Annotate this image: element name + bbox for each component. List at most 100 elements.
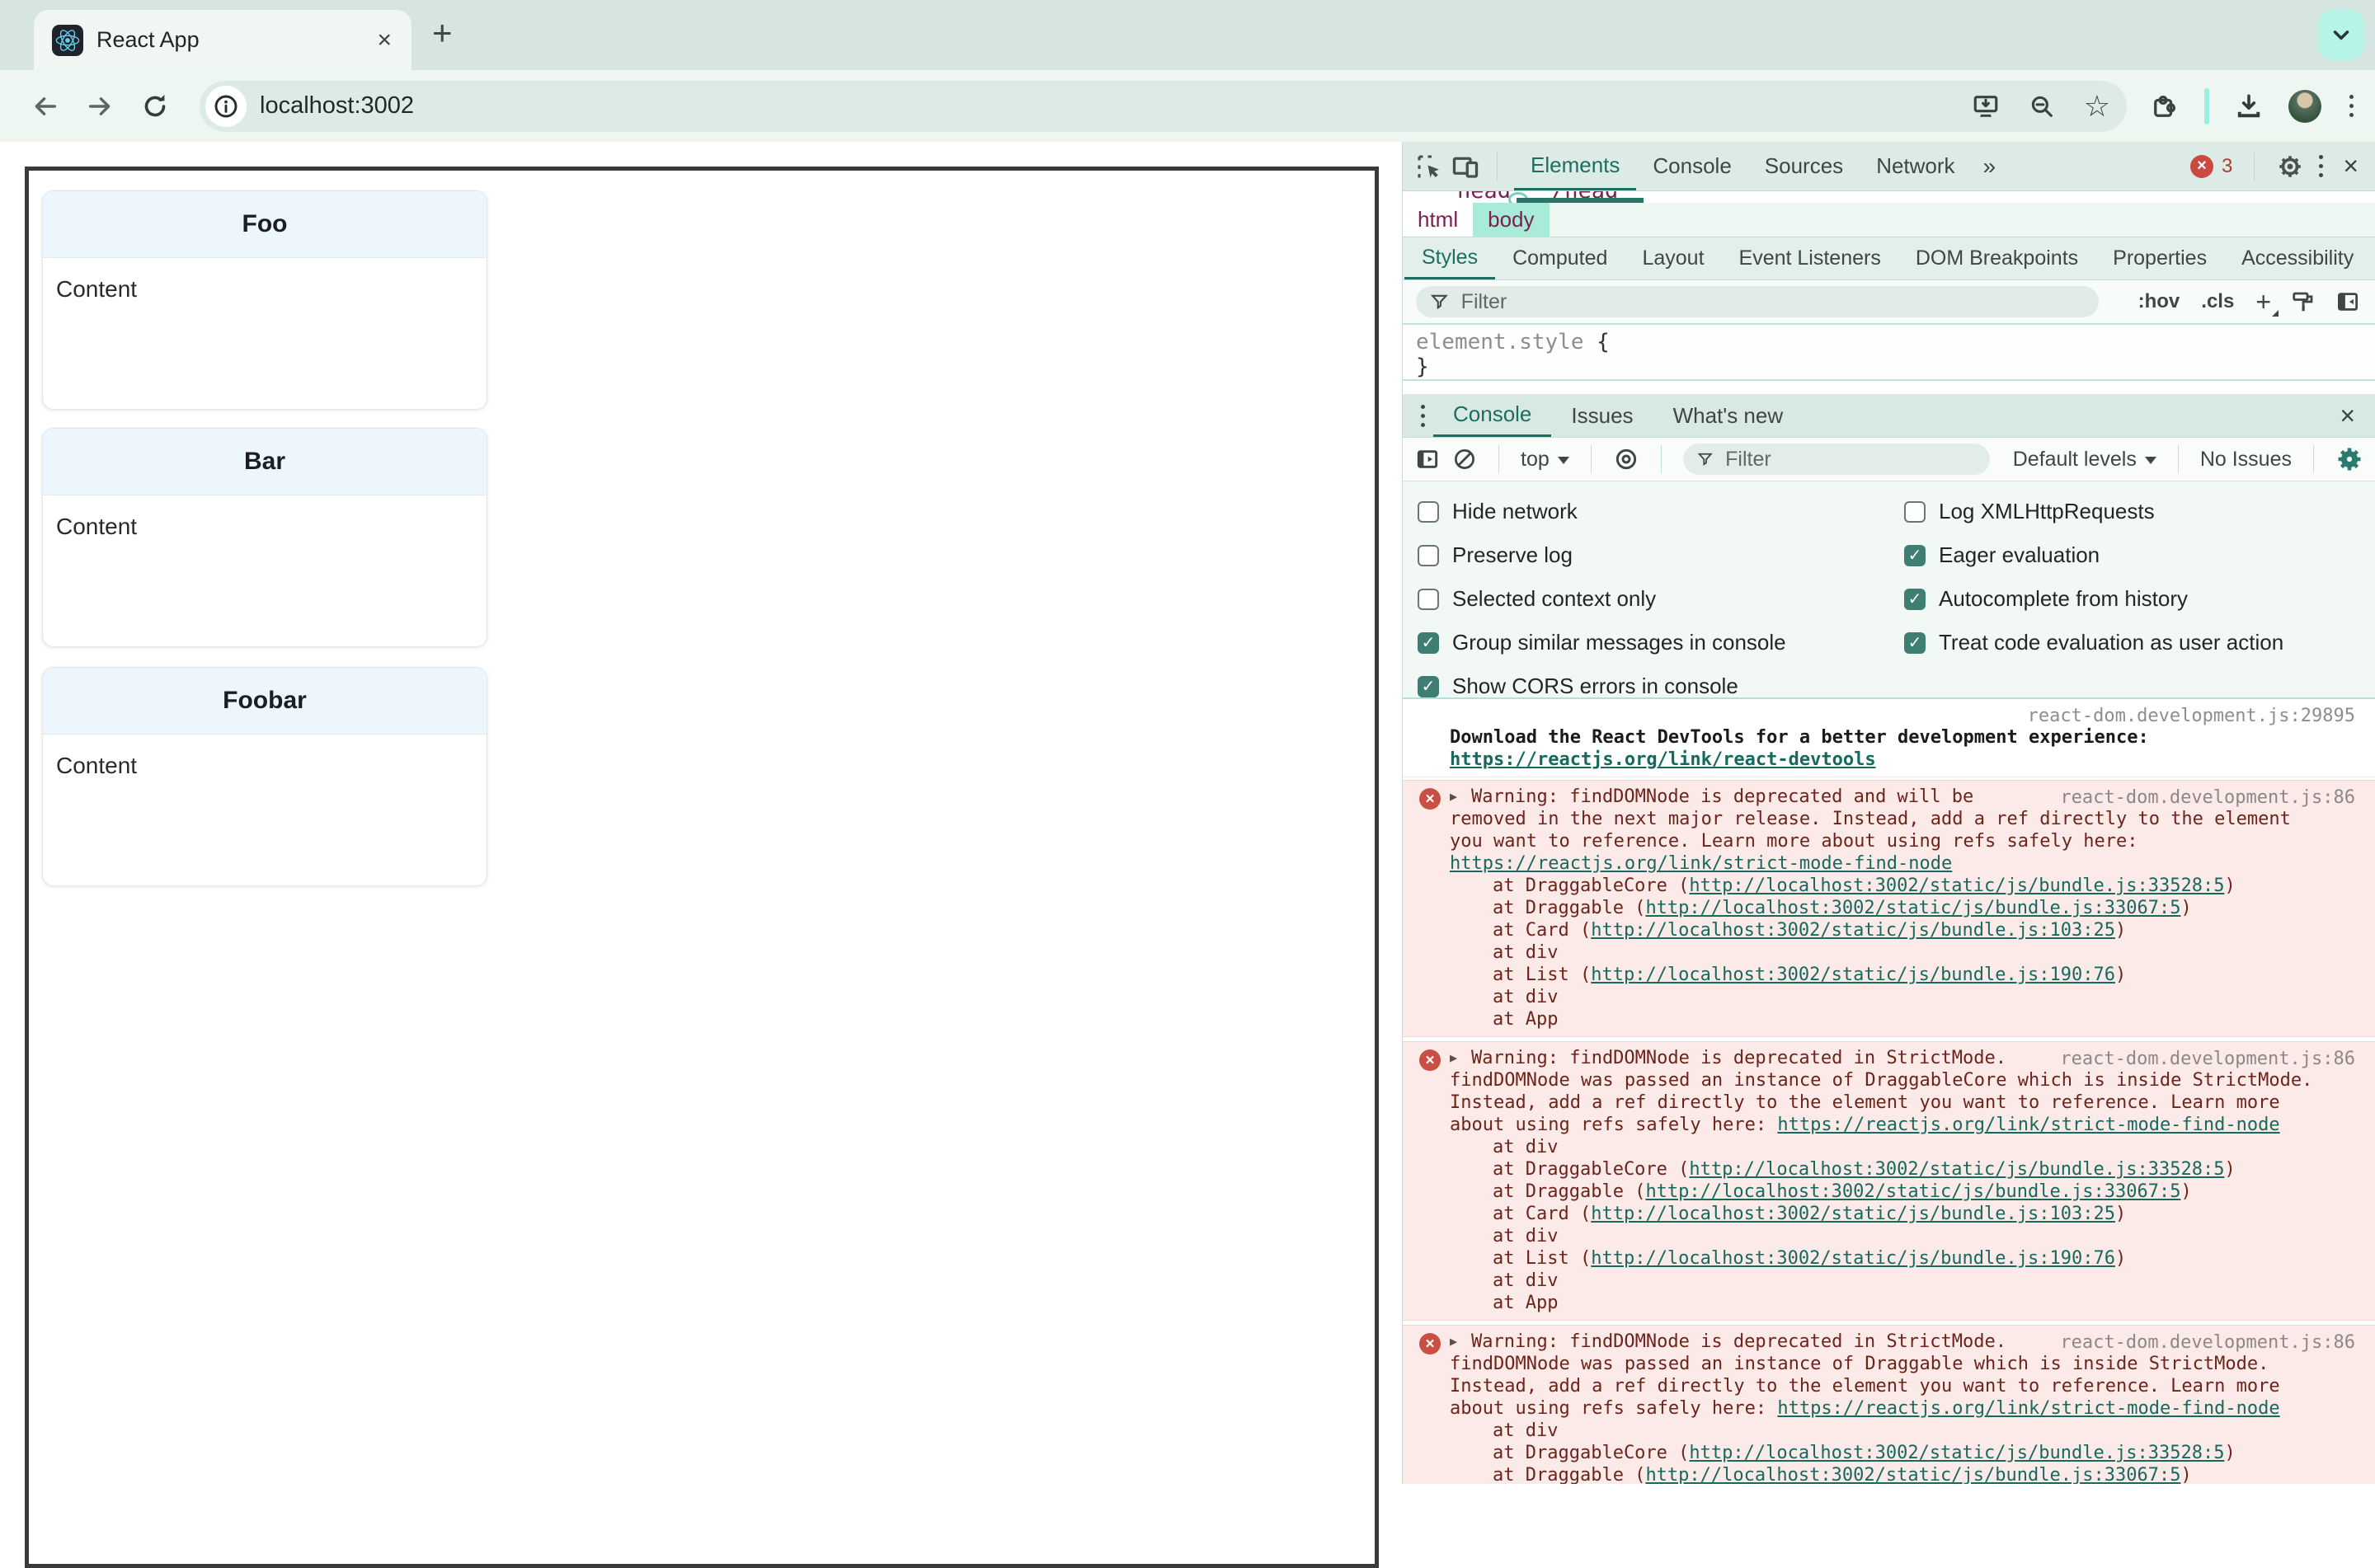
console-link[interactable]: https://reactjs.org/link/strict-mode-fin… xyxy=(1777,1398,2279,1419)
message-source-link[interactable]: react-dom.development.js:86 xyxy=(2060,1331,2355,1354)
stack-link[interactable]: http://localhost:3002/static/js/bundle.j… xyxy=(1689,1159,2224,1180)
error-badge-icon[interactable]: × xyxy=(2189,154,2213,178)
expand-triangle-icon[interactable]: ▶ xyxy=(1450,1047,1471,1069)
stack-link[interactable]: http://localhost:3002/static/js/bundle.j… xyxy=(1591,1248,2115,1269)
dom-tag-head[interactable]: head xyxy=(1457,191,1511,203)
dt-tab-elements[interactable]: Elements xyxy=(1514,142,1637,190)
issues-counter[interactable]: No Issues xyxy=(2200,448,2292,472)
stack-link[interactable]: http://localhost:3002/static/js/bundle.j… xyxy=(1645,1465,2180,1484)
console-link[interactable]: https://reactjs.org/link/strict-mode-fin… xyxy=(1777,1115,2279,1135)
downloads-icon[interactable] xyxy=(2234,92,2264,121)
tab-close-icon[interactable]: × xyxy=(372,26,397,54)
drawer-close-icon[interactable]: × xyxy=(2335,401,2360,431)
card-title[interactable]: Foo xyxy=(43,191,487,258)
card-bar[interactable]: Bar Content xyxy=(42,428,487,647)
device-toolbar-icon[interactable] xyxy=(1451,152,1480,181)
console-filter[interactable] xyxy=(1682,444,1990,475)
clear-console-icon[interactable] xyxy=(1452,447,1477,472)
dt-tab-sources[interactable]: Sources xyxy=(1748,142,1860,190)
st-tab-event-listeners[interactable]: Event Listeners xyxy=(1722,237,1898,279)
chrome-menu-icon[interactable] xyxy=(2346,92,2357,120)
crumb-html[interactable]: html xyxy=(1403,203,1474,237)
drawer-menu-icon[interactable] xyxy=(1418,401,1428,430)
message-line: Instead, add a ref directly to the eleme… xyxy=(1450,1375,2355,1397)
stack-link[interactable]: http://localhost:3002/static/js/bundle.j… xyxy=(1689,876,2224,896)
card-content: Content xyxy=(56,753,138,778)
card-foo[interactable]: Foo Content xyxy=(42,190,487,410)
tab-search-button[interactable] xyxy=(2318,9,2364,60)
card-title[interactable]: Foobar xyxy=(43,668,487,735)
stack-link[interactable]: http://localhost:3002/static/js/bundle.j… xyxy=(1591,920,2115,941)
context-selector[interactable]: top xyxy=(1521,448,1569,472)
browser-tab[interactable]: React App × xyxy=(34,10,412,70)
message-source-link[interactable]: react-dom.development.js:29895 xyxy=(2028,705,2355,727)
dt-tab-console[interactable]: Console xyxy=(1636,142,1747,190)
console-link[interactable]: https://reactjs.org/link/strict-mode-fin… xyxy=(1450,853,1952,874)
styles-filter-input[interactable] xyxy=(1459,289,2086,315)
checkbox-eager-evaluation[interactable]: ✓ xyxy=(1904,544,1926,566)
message-source-link[interactable]: react-dom.development.js:86 xyxy=(2060,786,2355,809)
toggle-hover-state[interactable]: :hov xyxy=(2138,290,2180,313)
checkbox-selected-context-only[interactable] xyxy=(1418,588,1439,610)
console-filter-input[interactable] xyxy=(1724,446,1977,472)
message-source-link[interactable]: react-dom.development.js:86 xyxy=(2060,1048,2355,1070)
url-bar[interactable]: localhost:3002 ☆ xyxy=(200,80,2127,132)
devtools-menu-icon[interactable] xyxy=(2316,152,2326,181)
card-title[interactable]: Bar xyxy=(43,429,487,495)
zoom-icon[interactable] xyxy=(2028,92,2056,120)
element-style-section[interactable]: element.style { } xyxy=(1403,325,2375,381)
inspect-element-icon[interactable] xyxy=(1414,152,1444,181)
checkbox-log-xmlhttprequests[interactable] xyxy=(1904,500,1926,523)
checkbox-preserve-log[interactable] xyxy=(1418,544,1439,566)
site-info-icon[interactable] xyxy=(205,85,247,127)
paint-roller-icon[interactable] xyxy=(2291,289,2316,314)
install-app-icon[interactable] xyxy=(1972,92,2000,120)
console-messages: react-dom.development.js:29895 Download t… xyxy=(1403,699,2375,1484)
checkbox-show-cors-errors-in-console[interactable]: ✓ xyxy=(1418,675,1439,697)
log-levels-dropdown[interactable]: Default levels xyxy=(2013,448,2156,472)
profile-avatar[interactable] xyxy=(2288,89,2321,123)
reload-button[interactable] xyxy=(140,92,170,121)
styles-filter[interactable] xyxy=(1416,286,2099,317)
checkbox-autocomplete-from-history[interactable]: ✓ xyxy=(1904,588,1926,610)
st-tab-styles[interactable]: Styles xyxy=(1404,237,1496,279)
stack-link[interactable]: http://localhost:3002/static/js/bundle.j… xyxy=(1591,965,2115,985)
devtools-settings-gear-icon[interactable] xyxy=(2276,153,2304,181)
console-settings-gear-icon[interactable] xyxy=(2335,445,2363,473)
live-expression-eye-icon[interactable] xyxy=(1613,446,1639,472)
more-tabs-icon[interactable]: » xyxy=(1983,153,1996,180)
expand-triangle-icon[interactable]: ▶ xyxy=(1450,1331,1471,1353)
card-foobar[interactable]: Foobar Content xyxy=(42,667,487,886)
bookmark-star-icon[interactable]: ☆ xyxy=(2084,91,2110,121)
back-button[interactable] xyxy=(31,92,59,120)
element-style-selector: element.style xyxy=(1416,330,1584,354)
checkbox-treat-code-evaluation-as-user-action[interactable]: ✓ xyxy=(1904,631,1926,654)
new-tab-button[interactable]: + xyxy=(432,13,453,53)
dr-tab-what-s-new[interactable]: What's new xyxy=(1653,394,1804,437)
new-style-rule-button[interactable]: + xyxy=(2255,289,2279,317)
dr-tab-issues[interactable]: Issues xyxy=(1551,394,1653,437)
checkbox-hide-network[interactable] xyxy=(1418,500,1439,523)
st-tab-layout[interactable]: Layout xyxy=(1625,237,1721,279)
checkbox-group-similar-messages-in-console[interactable]: ✓ xyxy=(1418,631,1439,654)
expand-triangle-icon[interactable]: ▶ xyxy=(1450,786,1471,808)
dr-tab-console[interactable]: Console xyxy=(1433,394,1552,437)
forward-button[interactable] xyxy=(86,92,114,120)
stack-link[interactable]: http://localhost:3002/static/js/bundle.j… xyxy=(1689,1443,2224,1463)
stack-link[interactable]: http://localhost:3002/static/js/bundle.j… xyxy=(1645,1181,2180,1202)
dt-tab-network[interactable]: Network xyxy=(1860,142,1971,190)
st-tab-dom-breakpoints[interactable]: DOM Breakpoints xyxy=(1898,237,2095,279)
console-sidebar-icon[interactable] xyxy=(1414,446,1441,472)
devtools-close-icon[interactable]: × xyxy=(2338,151,2363,181)
st-tab-properties[interactable]: Properties xyxy=(2095,237,2224,279)
stack-link[interactable]: http://localhost:3002/static/js/bundle.j… xyxy=(1591,1204,2115,1224)
dom-selection-underline xyxy=(1517,198,1644,203)
console-link[interactable]: https://reactjs.org/link/react-devtools xyxy=(1450,749,1876,770)
st-tab-computed[interactable]: Computed xyxy=(1495,237,1625,279)
crumb-body[interactable]: body xyxy=(1473,203,1550,237)
stack-link[interactable]: http://localhost:3002/static/js/bundle.j… xyxy=(1645,898,2180,918)
toggle-class-editor[interactable]: .cls xyxy=(2201,290,2234,313)
dock-sidebar-icon[interactable] xyxy=(2335,289,2360,314)
st-tab-accessibility[interactable]: Accessibility xyxy=(2224,237,2371,279)
extensions-puzzle-icon[interactable] xyxy=(2150,92,2180,121)
